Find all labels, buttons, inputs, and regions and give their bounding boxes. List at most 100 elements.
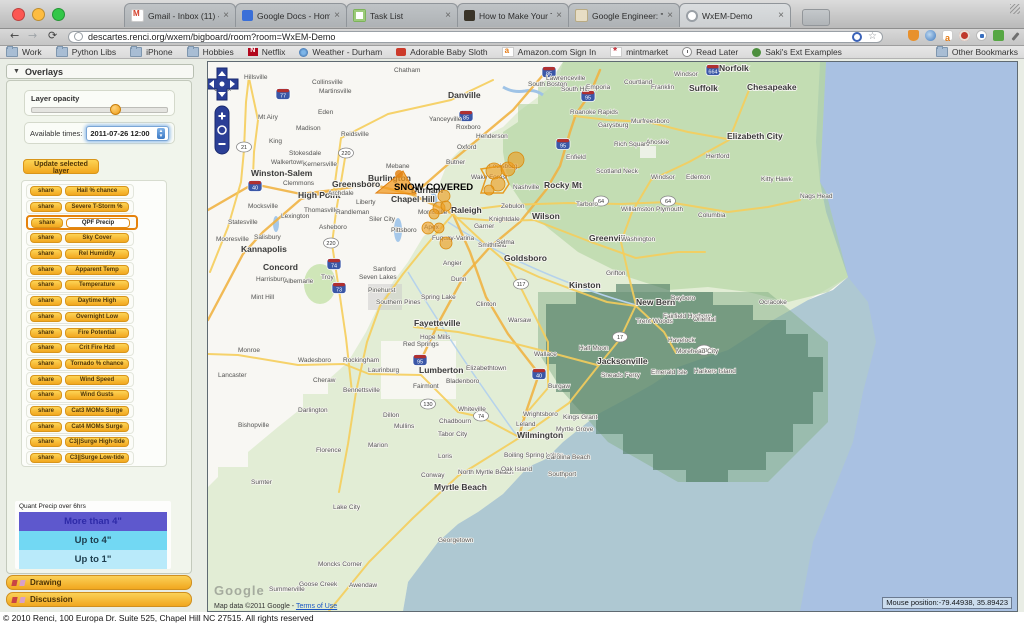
close-window-button[interactable] — [12, 8, 25, 21]
back-button[interactable]: ← — [10, 29, 19, 42]
bookmark-hobbies[interactable]: Hobbies — [187, 47, 234, 57]
terms-of-use-link[interactable]: Terms of Use — [296, 603, 337, 610]
layer-button[interactable]: C3||Surge High-tide — [65, 437, 129, 447]
share-button[interactable]: share — [30, 375, 62, 385]
new-tab-button[interactable] — [802, 9, 830, 26]
layer-button[interactable]: Wind Speed — [65, 375, 129, 385]
forward-button[interactable]: → — [28, 29, 37, 42]
tab-close-button[interactable]: × — [667, 12, 673, 20]
page-action-icon[interactable] — [852, 32, 862, 42]
layer-button[interactable]: Apparent Temp — [65, 265, 129, 275]
available-times-select[interactable]: 2011-07-26 12:00 ▲▼ — [86, 126, 169, 141]
evernote-extension-icon[interactable] — [993, 30, 1004, 41]
layer-button[interactable]: Rel Humidity — [65, 249, 129, 259]
bookmark-iphone[interactable]: iPhone — [130, 47, 172, 57]
layer-button[interactable]: Crit Fire Hzd — [65, 343, 129, 353]
reload-button[interactable]: ⟳ — [48, 29, 57, 42]
share-button[interactable]: share — [30, 406, 62, 416]
share-button[interactable]: share — [30, 359, 62, 369]
amazon-extension-icon[interactable] — [942, 30, 953, 41]
omnibox[interactable]: descartes.renci.org/wxem/bigboard/room?r… — [68, 31, 883, 43]
layer-button[interactable]: C3||Surge Low-tide — [65, 453, 129, 463]
share-button[interactable]: share — [30, 202, 62, 212]
zoom-out-icon[interactable] — [219, 143, 226, 145]
url-text[interactable]: descartes.renci.org/wxem/bigboard/room?r… — [88, 32, 852, 42]
share-button[interactable]: share — [30, 280, 62, 290]
other-bookmarks-button[interactable]: Other Bookmarks — [936, 47, 1018, 57]
bookmark-mintmarket[interactable]: mintmarket — [610, 47, 668, 57]
layer-opacity-slider[interactable] — [31, 107, 168, 113]
share-button[interactable]: share — [30, 233, 62, 243]
layer-row: shareQPF Precip — [26, 215, 138, 230]
update-selected-layer-button[interactable]: Update selected layer — [23, 159, 99, 174]
window-resize-grip[interactable] — [1010, 4, 1020, 14]
tab-tasklist[interactable]: Task List× — [346, 3, 458, 27]
annotation-circle[interactable] — [440, 237, 452, 249]
bookmark-amazon-com-sign-in[interactable]: Amazon.com Sign In — [502, 47, 596, 57]
bookmark-netflix[interactable]: Netflix — [248, 47, 286, 57]
share-button[interactable]: share — [30, 343, 62, 353]
layer-button[interactable]: Daytime High — [65, 296, 129, 306]
share-button[interactable]: share — [30, 296, 62, 306]
layer-button[interactable]: Hail % chance — [65, 186, 129, 196]
annotation-circle[interactable] — [484, 185, 494, 195]
layer-button[interactable]: Sky Cover — [65, 233, 129, 243]
share-button[interactable]: share — [30, 437, 62, 447]
tab-close-button[interactable]: × — [223, 12, 229, 20]
bookmark-star-icon[interactable]: ☆ — [868, 34, 877, 40]
layer-button[interactable]: QPF Precip — [66, 218, 130, 228]
tab-globe[interactable]: WxEM-Demo× — [679, 3, 791, 27]
bookmark-python-libs[interactable]: Python Libs — [56, 47, 116, 57]
layer-button[interactable]: Wind Gusts — [65, 390, 129, 400]
share-button[interactable]: share — [30, 390, 62, 400]
bookmark-saki-s-ext-examples[interactable]: Saki's Ext Examples — [752, 47, 842, 57]
share-button[interactable]: share — [30, 453, 62, 463]
globe-extension-icon[interactable] — [925, 30, 936, 41]
red-extension-icon[interactable] — [959, 30, 970, 41]
tab-book[interactable]: How to Make Your To-Do Li× — [457, 3, 569, 27]
share-button[interactable]: share — [31, 218, 63, 228]
share-button[interactable]: share — [30, 328, 62, 338]
share-button[interactable]: share — [30, 312, 62, 322]
tab-close-button[interactable]: × — [556, 12, 562, 20]
layer-button[interactable]: Cat4 MOMs Surge — [65, 422, 129, 432]
tab-close-button[interactable]: × — [778, 12, 784, 20]
layer-button[interactable]: Fire Potential — [65, 328, 129, 338]
layer-button[interactable]: Severe T-Storm % — [65, 202, 129, 212]
tab-close-button[interactable]: × — [445, 12, 451, 20]
zoom-window-button[interactable] — [52, 8, 65, 21]
bookmark-adorable-baby-sloth[interactable]: Adorable Baby Sloth — [396, 47, 488, 57]
bookmark-work[interactable]: Work — [6, 47, 42, 57]
share-button[interactable]: share — [30, 422, 62, 432]
annotation-circle[interactable] — [422, 222, 434, 234]
map-canvas[interactable]: 2122022064641177017741307740408585959595… — [207, 61, 1018, 612]
bookmark-weather-durham[interactable]: Weather - Durham — [299, 47, 382, 57]
annotation-circle[interactable] — [508, 152, 524, 168]
tab-news[interactable]: Google Engineer: "Google+× — [568, 3, 680, 27]
share-button[interactable]: share — [30, 265, 62, 275]
basket-extension-icon[interactable] — [908, 30, 919, 41]
slider-handle[interactable] — [110, 104, 121, 115]
layer-button[interactable]: Tornado % chance — [65, 359, 129, 369]
annotation-circle[interactable] — [486, 163, 502, 179]
layer-button[interactable]: Cat3 MOMs Surge — [65, 406, 129, 416]
tab-gmail[interactable]: Gmail - Inbox (11) - jefferso× — [124, 3, 236, 27]
annotation-circle[interactable] — [441, 201, 451, 211]
phone-extension-icon[interactable] — [976, 30, 987, 41]
wrench-menu-icon[interactable] — [1010, 32, 1020, 42]
annotation-circle[interactable] — [429, 209, 439, 219]
share-button[interactable]: share — [30, 249, 62, 259]
layer-button[interactable]: Temperature — [65, 280, 129, 290]
discussion-accordion-header[interactable]: Discussion — [6, 592, 192, 607]
annotation-dot[interactable] — [395, 170, 403, 178]
map-zoom-control[interactable] — [215, 106, 229, 154]
tab-close-button[interactable]: × — [334, 12, 340, 20]
drawing-accordion-header[interactable]: Drawing — [6, 575, 192, 590]
share-button[interactable]: share — [30, 186, 62, 196]
annotation-circle[interactable] — [434, 223, 444, 233]
bookmark-read-later[interactable]: Read Later — [682, 47, 738, 57]
minimize-window-button[interactable] — [32, 8, 45, 21]
tab-docs[interactable]: Google Docs - Home× — [235, 3, 347, 27]
layer-button[interactable]: Overnight Low — [65, 312, 129, 322]
overlays-accordion-header[interactable]: ▼ Overlays — [6, 64, 194, 79]
